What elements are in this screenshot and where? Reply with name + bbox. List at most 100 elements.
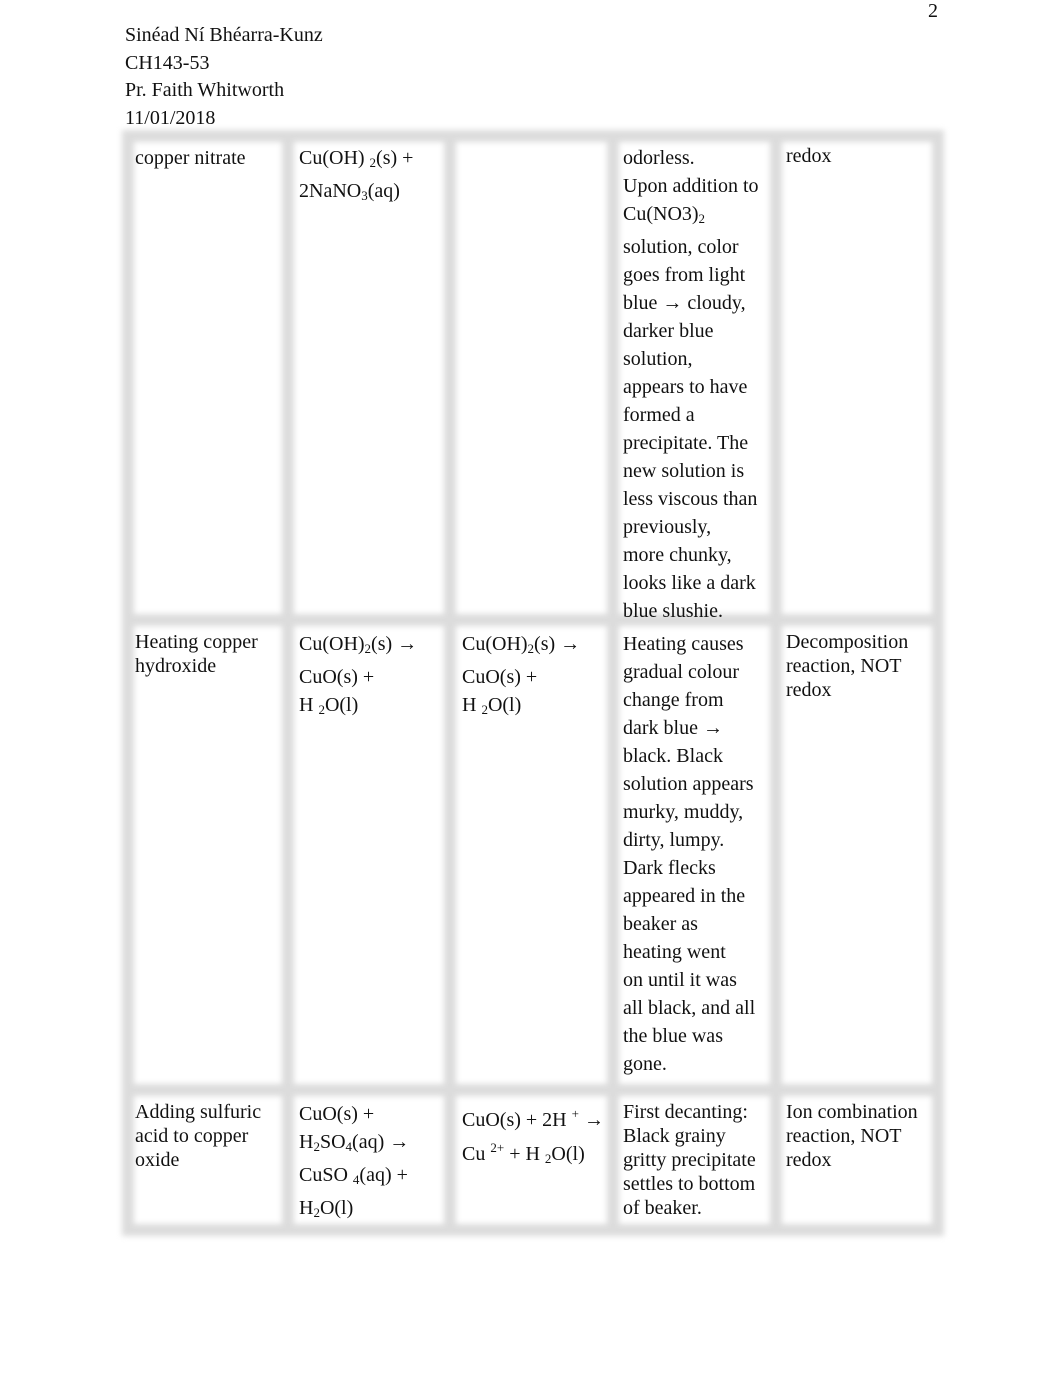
text: odorless. [623, 147, 695, 169]
text: solution appears [623, 773, 754, 795]
text-line: previously, [623, 513, 759, 541]
text-line: Adding sulfuric [135, 1100, 261, 1124]
text-line: hydroxide [135, 654, 258, 678]
text: Cu [462, 1143, 491, 1165]
cell-observations: Heating causes gradual colour change from d… [623, 630, 755, 1078]
text: dirty, lumpy. [623, 829, 725, 851]
cell-procedure: copper nitrate [135, 144, 246, 172]
text: Adding sulfuric [135, 1101, 262, 1123]
text-line: H 2O(l) [462, 691, 580, 724]
text-line: murky, muddy, [623, 798, 755, 826]
text: CuO(s) + [299, 666, 375, 688]
text: (s) → [371, 633, 418, 655]
text-line: Black grainy [623, 1124, 756, 1148]
text-line: blue slushie. [623, 597, 759, 625]
text-line: redox [786, 678, 908, 702]
text: hydroxide [135, 655, 217, 677]
cell-molecular-equation: CuO(s) + H2SO4(aq) → CuSO 4(aq) + H2O(l) [299, 1100, 409, 1227]
text: Cu(OH) [299, 147, 370, 169]
text: (aq) + [359, 1164, 408, 1186]
text-line: the blue was [623, 1022, 755, 1050]
text: (s) + [376, 147, 414, 169]
text-line: black. Black [623, 742, 755, 770]
text-line: gone. [623, 1050, 755, 1078]
text-line: appeared in the [623, 882, 755, 910]
text: settles to bottom [623, 1173, 756, 1195]
cell-reaction-type: Decomposition reaction, NOT redox [786, 630, 908, 702]
text-line: appears to have [623, 373, 759, 401]
text: H [299, 1197, 314, 1219]
text-line: dirty, lumpy. [623, 826, 755, 854]
text: redox [786, 1149, 832, 1171]
text-line: blue → cloudy, [623, 289, 759, 317]
text-line: Cu(OH) 2(s) + [299, 144, 413, 177]
text: solution, color [623, 236, 739, 258]
text-line: Dark flecks [623, 854, 755, 882]
text-line: First decanting: [623, 1100, 756, 1124]
cell-net-ionic-equation: CuO(s) + 2H + → Cu 2+ + H 2O(l) [462, 1100, 604, 1173]
text: (aq) → [352, 1131, 410, 1153]
text-line: heating went [623, 938, 755, 966]
text: CuO(s) + [299, 1103, 375, 1125]
text: dark blue → [623, 717, 723, 739]
text-line: more chunky, [623, 541, 759, 569]
cell-procedure: Heating copper hydroxide [135, 630, 258, 678]
text: Black grainy [623, 1125, 726, 1147]
text-line: solution, [623, 345, 759, 373]
text: gradual colour [623, 661, 740, 683]
text-line: CuSO 4(aq) + [299, 1161, 409, 1194]
text: change from [623, 689, 724, 711]
text: Upon addition to [623, 175, 759, 197]
text: of beaker. [623, 1197, 702, 1219]
text: CuO(s) + 2H [462, 1109, 572, 1131]
text-line: redox [786, 144, 832, 168]
text: the blue was [623, 1025, 723, 1047]
text: Cu(OH) [299, 633, 365, 655]
text-line: goes from light [623, 261, 759, 289]
text-line: all black, and all [623, 994, 755, 1022]
text-line: of beaker. [623, 1196, 756, 1220]
text: on until it was [623, 969, 737, 991]
text: CuSO [299, 1164, 353, 1186]
text: gritty precipitate [623, 1149, 756, 1171]
text: blue slushie. [623, 600, 723, 622]
superscript: + [571, 1106, 579, 1121]
text-line: Decomposition [786, 630, 908, 654]
text-line: H 2O(l) [299, 691, 417, 724]
text: H [462, 694, 482, 716]
text: looks like a dark [623, 572, 756, 594]
superscript: 2+ [490, 1140, 505, 1155]
text: beaker as [623, 913, 698, 935]
text-line: odorless. [623, 144, 759, 172]
text: black. Black [623, 745, 723, 767]
text: less viscous than [623, 488, 758, 510]
cell-observations: odorless. Upon addition to Cu(NO3)2 solutio… [623, 144, 759, 625]
text-line: CuO(s) + [299, 1100, 409, 1128]
text: + H [504, 1143, 545, 1165]
text: reaction, NOT [786, 655, 902, 677]
text-line: less viscous than [623, 485, 759, 513]
text-line: copper nitrate [135, 144, 246, 172]
text: (s) → [534, 633, 581, 655]
text-line: gradual colour [623, 658, 755, 686]
cell-molecular-equation: Cu(OH)2(s) → CuO(s) + H 2O(l) [299, 630, 417, 724]
text-line: CuO(s) + [299, 663, 417, 691]
text-line: CuO(s) + 2H + → [462, 1100, 604, 1134]
text-line: H2O(l) [299, 1194, 409, 1227]
text: new solution is [623, 460, 745, 482]
text: reaction, NOT [786, 1125, 902, 1147]
text: redox [786, 679, 832, 701]
text-line: settles to bottom [623, 1172, 756, 1196]
text: (aq) [367, 180, 400, 202]
text: gone. [623, 1053, 667, 1075]
text-line: reaction, NOT [786, 654, 908, 678]
text: 2NaNO [299, 180, 362, 202]
text: Cu(OH) [462, 633, 528, 655]
text: heating went [623, 941, 726, 963]
text: darker blue [623, 320, 714, 342]
text: oxide [135, 1149, 180, 1171]
cell-molecular-equation: Cu(OH) 2(s) +2NaNO3(aq) [299, 144, 413, 210]
text: Cu(NO3) [623, 203, 699, 225]
text: First decanting: [623, 1101, 748, 1123]
text: acid to copper [135, 1125, 249, 1147]
